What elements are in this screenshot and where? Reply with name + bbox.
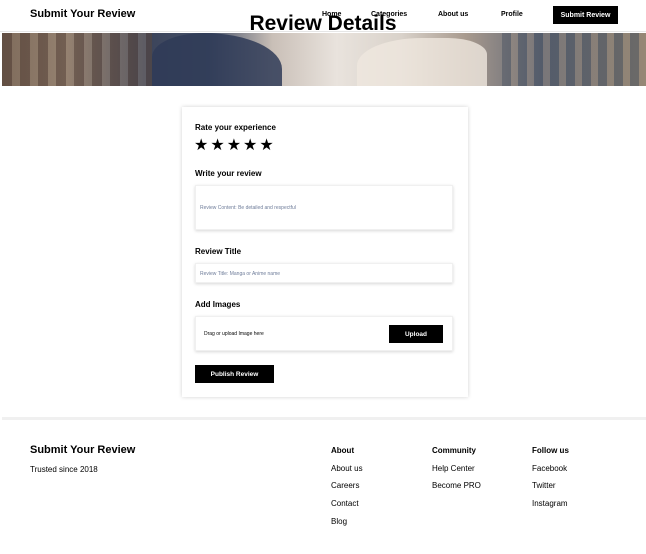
hero-art-hand (357, 38, 487, 86)
hero-art-figure (152, 33, 282, 86)
star-icon-1[interactable]: ★ (194, 138, 208, 154)
publish-review-button[interactable]: Publish Review (195, 365, 274, 383)
review-title-placeholder: Review Title: Manga or Anime name (200, 271, 281, 277)
footer-link-facebook[interactable]: Facebook (532, 464, 567, 473)
add-images-label: Add Images (195, 300, 241, 309)
site-footer: Submit Your Review Trusted since 2018 Ab… (2, 417, 646, 554)
hero-art-left (2, 33, 152, 86)
footer-link-twitter[interactable]: Twitter (532, 481, 556, 490)
footer-link-blog[interactable]: Blog (331, 517, 347, 526)
footer-community-title: Community (432, 446, 476, 455)
review-title-label: Review Title (195, 247, 242, 256)
footer-link-about-us[interactable]: About us (331, 464, 363, 473)
footer-link-help-center[interactable]: Help Center (432, 464, 475, 473)
review-title-input[interactable]: Review Title: Manga or Anime name (195, 263, 453, 283)
footer-link-careers[interactable]: Careers (331, 481, 359, 490)
star-rating[interactable]: ★ ★ ★ ★ ★ (194, 138, 274, 154)
footer-brand: Submit Your Review (30, 444, 136, 456)
footer-about-title: About (331, 446, 355, 455)
footer-link-instagram[interactable]: Instagram (532, 499, 568, 508)
review-label: Write your review (195, 169, 262, 178)
star-icon-2[interactable]: ★ (210, 138, 224, 154)
star-icon-5[interactable]: ★ (259, 138, 273, 154)
hero-art-right (502, 33, 646, 86)
star-icon-4[interactable]: ★ (243, 138, 257, 154)
footer-follow-title: Follow us (532, 446, 569, 455)
page-title: Review Details (249, 12, 397, 35)
footer-tagline: Trusted since 2018 (30, 465, 98, 474)
review-form-card: Rate your experience ★ ★ ★ ★ ★ Write you… (182, 107, 468, 397)
image-upload-dropzone[interactable]: Drag or upload Image here Upload (195, 316, 453, 351)
upload-button[interactable]: Upload (389, 325, 443, 343)
footer-link-contact[interactable]: Contact (331, 499, 359, 508)
rating-label: Rate your experience (195, 123, 276, 132)
upload-hint-text: Drag or upload Image here (204, 331, 264, 337)
hero-banner (2, 33, 646, 86)
review-content-textarea[interactable]: Review Content: Be detailed and respectf… (195, 185, 453, 230)
review-content-placeholder: Review Content: Be detailed and respectf… (200, 205, 296, 211)
footer-link-become-pro[interactable]: Become PRO (432, 481, 481, 490)
star-icon-3[interactable]: ★ (227, 138, 241, 154)
